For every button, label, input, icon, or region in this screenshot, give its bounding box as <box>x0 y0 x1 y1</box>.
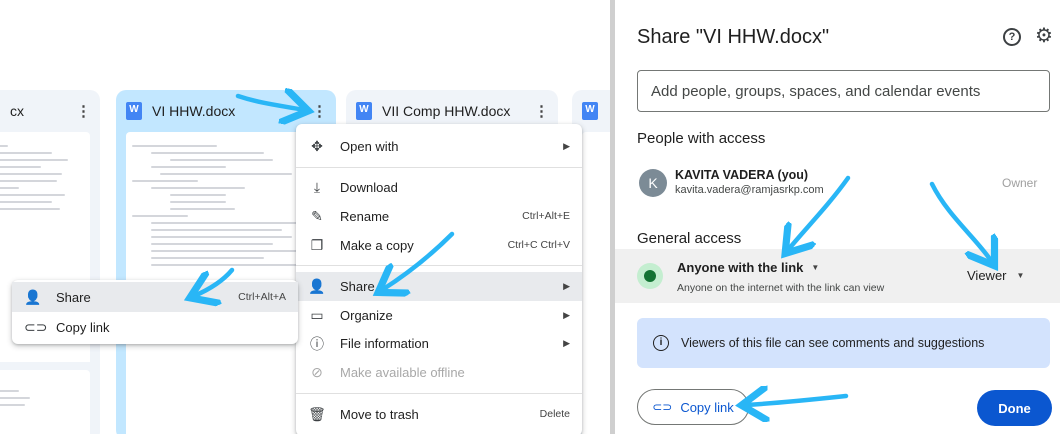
chevron-right-icon: ▶ <box>563 309 570 320</box>
file-name: VI HHW.docx <box>152 103 236 119</box>
link-icon: ⊂⊃ <box>24 318 48 335</box>
more-vert-icon[interactable]: ⋮ <box>76 104 91 119</box>
menu-item-open-with[interactable]: ✥ Open with ▶ <box>296 132 582 161</box>
menu-item-move-to-trash[interactable]: 🗑 Move to trash Delete <box>296 400 582 429</box>
menu-item-make-a-copy[interactable]: ❐ Make a copy Ctrl+C Ctrl+V <box>296 231 582 260</box>
menu-divider <box>296 392 582 394</box>
link-icon: ⊂⊃ <box>652 400 673 414</box>
gear-icon[interactable]: ⚙ <box>1035 24 1053 48</box>
copy-link-label: Copy link <box>680 399 734 415</box>
role-dropdown[interactable]: Viewer ▼ <box>967 268 1024 283</box>
dialog-title: Share "VI HHW.docx" <box>637 26 830 48</box>
people-with-access-heading: People with access <box>637 130 766 147</box>
file-card-partial[interactable] <box>0 362 100 434</box>
more-vert-icon[interactable]: ⋮ <box>534 104 549 119</box>
submenu-item-copy-link[interactable]: ⊂⊃ Copy link <box>12 312 298 342</box>
caret-down-icon: ▼ <box>811 263 820 272</box>
chevron-right-icon: ▶ <box>563 281 570 292</box>
word-doc-icon <box>356 102 372 120</box>
file-name: cx <box>10 103 24 119</box>
menu-item-download[interactable]: ⤓ Download <box>296 174 582 203</box>
general-access-heading: General access <box>637 230 742 247</box>
info-icon: ⓘ <box>310 335 324 352</box>
menu-item-share[interactable]: 👤 Share ▶ <box>296 272 582 301</box>
general-access-row: Anyone with the link ▼ Anyone on the int… <box>615 249 1060 303</box>
menu-item-file-information[interactable]: ⓘ File information ▶ <box>296 330 582 359</box>
submenu-item-share[interactable]: 👤 Share Ctrl+Alt+A <box>12 282 298 312</box>
more-vert-icon[interactable]: ⋮ <box>312 104 327 119</box>
shortcut-label: Ctrl+C Ctrl+V <box>507 239 570 252</box>
menu-item-make-available-offline: ⊘ Make available offline <box>296 358 582 387</box>
link-access-description: Anyone on the internet with the link can… <box>677 282 885 294</box>
person-name: KAVITA VADERA (you) <box>675 168 809 182</box>
person-add-icon: 👤 <box>308 278 326 295</box>
share-submenu: 👤 Share Ctrl+Alt+A ⊂⊃ Copy link <box>12 280 298 344</box>
copy-link-button[interactable]: ⊂⊃ Copy link <box>637 389 749 425</box>
word-doc-icon <box>126 102 142 120</box>
owner-role-label: Owner <box>1002 176 1038 190</box>
chevron-right-icon: ▶ <box>563 140 570 151</box>
copy-icon: ❐ <box>310 236 324 253</box>
menu-item-rename[interactable]: ✎ Rename Ctrl+Alt+E <box>296 202 582 231</box>
file-thumbnail <box>582 132 610 434</box>
info-banner-text: Viewers of this file can see comments an… <box>681 336 985 350</box>
shortcut-label: Ctrl+Alt+A <box>238 291 286 303</box>
done-button[interactable]: Done <box>977 390 1052 426</box>
person-email: kavita.vadera@ramjasrkp.com <box>675 184 824 196</box>
folder-icon: ▭ <box>310 306 324 323</box>
role-value: Viewer <box>967 268 1007 283</box>
chevron-right-icon: ▶ <box>563 338 570 349</box>
shortcut-label: Delete <box>539 408 570 421</box>
help-icon[interactable]: ? <box>1003 28 1021 46</box>
drive-file-grid: cx ⋮ VI HHW.docx ⋮ <box>0 0 610 434</box>
add-people-input[interactable] <box>637 70 1050 112</box>
globe-icon <box>637 263 663 289</box>
file-context-menu: ✥ Open with ▶ ⤓ Download ✎ Rename Ctrl+A… <box>296 124 582 434</box>
info-banner: i Viewers of this file can see comments … <box>637 318 1050 368</box>
shortcut-label: Ctrl+Alt+E <box>522 210 570 223</box>
menu-divider <box>296 166 582 168</box>
open-with-icon: ✥ <box>311 137 323 154</box>
file-thumbnail <box>0 370 90 434</box>
word-doc-icon <box>582 102 598 120</box>
avatar: K <box>639 169 667 197</box>
menu-item-organize[interactable]: ▭ Organize ▶ <box>296 301 582 330</box>
share-dialog: Share "VI HHW.docx" ? ⚙ People with acce… <box>615 0 1060 434</box>
menu-divider <box>296 265 582 267</box>
caret-down-icon: ▼ <box>1016 271 1025 280</box>
link-access-dropdown[interactable]: Anyone with the link ▼ <box>671 258 825 277</box>
info-icon: i <box>653 335 669 351</box>
link-access-value: Anyone with the link <box>677 260 804 275</box>
trash-icon: 🗑 <box>308 405 326 422</box>
file-name: VII Comp HHW.docx <box>382 103 511 119</box>
person-add-icon: 👤 <box>24 288 42 305</box>
rename-icon: ✎ <box>311 207 323 224</box>
offline-icon: ⊘ <box>311 363 323 380</box>
download-icon: ⤓ <box>313 179 321 196</box>
